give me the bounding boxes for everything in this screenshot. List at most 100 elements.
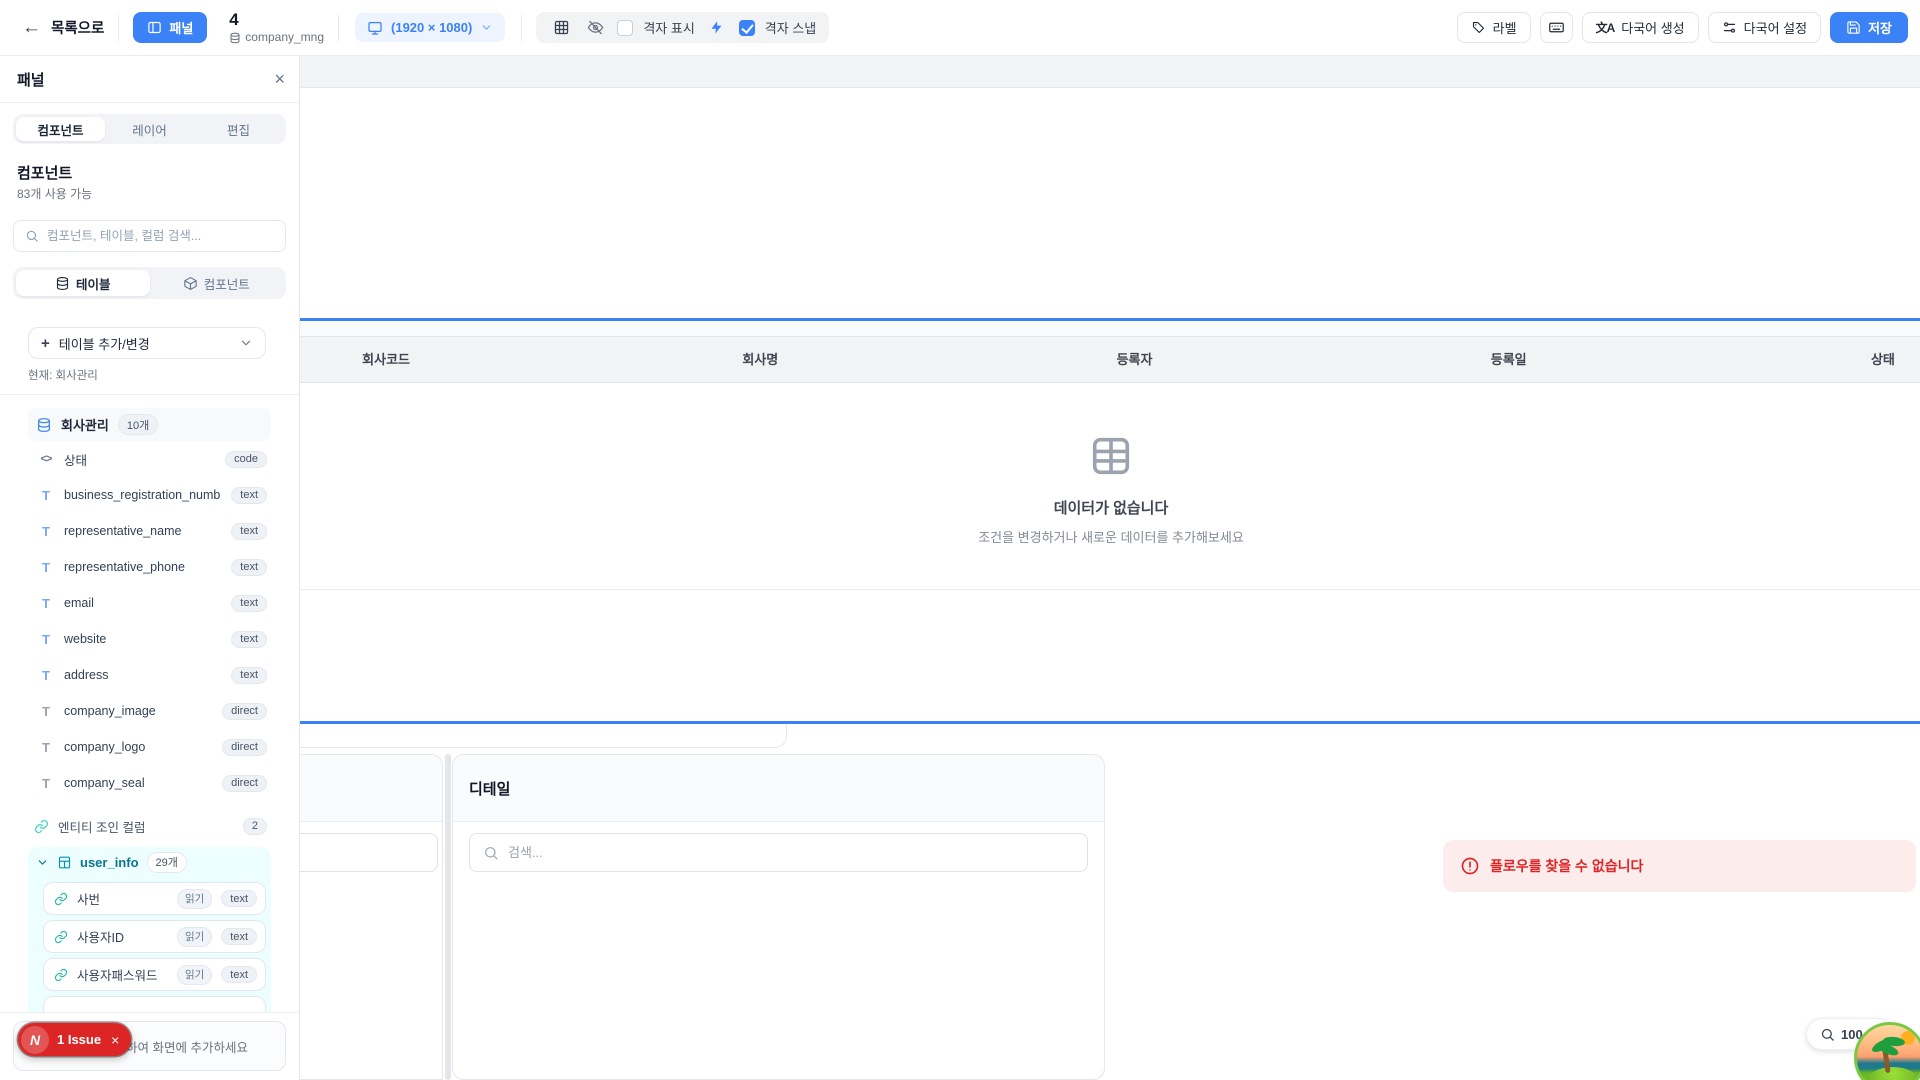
back-to-list-button[interactable]: ← 목록으로 <box>22 17 104 39</box>
column-type-badge: text <box>221 890 257 907</box>
detail-search-input[interactable] <box>508 845 1074 860</box>
grid-show-label: 격자 표시 <box>643 18 694 37</box>
save-button[interactable]: 저장 <box>1830 12 1908 43</box>
table-header-cell[interactable]: 등록자 <box>947 337 1321 382</box>
entity-join-section[interactable]: 엔티티 조인 컬럼 2 <box>28 809 271 843</box>
table-header-cell[interactable]: 회사명 <box>573 337 947 382</box>
label-button-text: 라벨 <box>1493 18 1517 37</box>
columns-tree: 회사관리 10개 <> 상태 code T business_registrat… <box>0 402 299 1013</box>
joined-column-item[interactable]: 사번 읽기 text <box>43 882 266 915</box>
label-button[interactable]: 라벨 <box>1457 12 1531 43</box>
direct-type-icon: T <box>38 776 54 791</box>
joined-table-header[interactable]: user_info 29개 <box>28 847 271 877</box>
tab-edit[interactable]: 편집 <box>194 117 283 141</box>
column-type-badge: text <box>231 523 267 540</box>
database-icon <box>229 32 241 44</box>
panel-close-button[interactable]: × <box>274 70 285 88</box>
tab-components[interactable]: 컴포넌트 <box>16 117 105 141</box>
table-empty-state: 데이터가 없습니다 조건을 변경하거나 새로운 데이터를 추가해보세요 <box>960 433 1262 546</box>
entity-join-label: 엔티티 조인 컬럼 <box>58 817 234 836</box>
plus-icon: + <box>41 335 50 352</box>
back-arrow-icon: ← <box>22 17 41 39</box>
link-icon <box>54 968 68 982</box>
code-icon: <> <box>38 453 54 465</box>
i18n-generate-button[interactable]: 文A 다국어 생성 <box>1582 12 1699 43</box>
column-name: email <box>64 596 221 610</box>
column-item[interactable]: T company_image direct <box>28 693 271 729</box>
issue-count-label: 1 Issue <box>57 1032 101 1047</box>
column-type-badge: direct <box>222 703 267 720</box>
eye-off-icon[interactable] <box>583 16 607 40</box>
readonly-badge: 읽기 <box>177 965 212 985</box>
detail-card: 디테일 <box>452 754 1105 1080</box>
text-type-icon: T <box>38 524 54 539</box>
direct-type-icon: T <box>38 704 54 719</box>
readonly-badge: 읽기 <box>177 927 212 947</box>
add-table-dropdown[interactable]: + 테이블 추가/변경 <box>28 327 266 359</box>
column-name: 상태 <box>64 450 215 469</box>
lightning-icon[interactable] <box>705 16 729 40</box>
panel-button-label: 패널 <box>169 18 193 37</box>
panel-search-input[interactable] <box>47 229 274 243</box>
column-name: company_image <box>64 704 212 718</box>
column-name: 사용자ID <box>77 927 168 946</box>
grid-icon[interactable] <box>549 16 573 40</box>
link-icon <box>54 892 68 906</box>
issue-logo: N <box>21 1026 49 1054</box>
column-item[interactable]: T address text <box>28 657 271 693</box>
column-count-badge: 10개 <box>118 414 158 435</box>
keyboard-shortcuts-button[interactable] <box>1540 12 1573 43</box>
empty-state-subtitle: 조건을 변경하거나 새로운 데이터를 추가해보세요 <box>960 527 1262 546</box>
grid-show-checkbox[interactable] <box>617 20 633 36</box>
column-item[interactable]: T representative_name text <box>28 513 271 549</box>
grid-controls-group: 격자 표시 격자 스냅 <box>536 12 829 43</box>
flow-error-text: 플로우를 찾을 수 없습니다 <box>1490 856 1643 876</box>
device-size-value: (1920 × 1080) <box>391 20 472 35</box>
table-header-cell[interactable]: 상태 <box>1696 337 1920 382</box>
selection-guide-bottom <box>296 721 1920 724</box>
i18n-settings-button[interactable]: 다국어 설정 <box>1708 12 1821 43</box>
cube-icon <box>183 276 198 291</box>
column-name: website <box>64 632 221 646</box>
tag-icon <box>1471 20 1486 35</box>
device-size-selector[interactable]: (1920 × 1080) <box>355 13 505 42</box>
joined-column-item[interactable]: 사용자ID 읽기 text <box>43 920 266 953</box>
components-panel: 패널 × 컴포넌트 레이어 편집 컴포넌트 83개 사용 가능 테이블 컴포넌트 <box>0 56 300 1080</box>
column-item[interactable]: T email text <box>28 585 271 621</box>
selection-guide-top <box>296 318 1920 321</box>
issue-badge[interactable]: N 1 Issue × <box>18 1023 131 1056</box>
source-tab-components[interactable]: 컴포넌트 <box>150 270 284 296</box>
column-item[interactable]: T business_registration_numb text <box>28 477 271 513</box>
column-item[interactable]: T company_logo direct <box>28 729 271 765</box>
column-item[interactable]: T company_seal direct <box>28 765 271 801</box>
split-resize-handle[interactable] <box>445 754 451 1080</box>
close-icon[interactable]: × <box>111 1032 119 1048</box>
column-item[interactable]: T representative_phone text <box>28 549 271 585</box>
source-tab-label: 테이블 <box>76 274 111 293</box>
translate-icon: 文A <box>1596 19 1615 36</box>
joined-column-item[interactable] <box>43 996 266 1013</box>
search-icon <box>483 845 499 861</box>
link-icon <box>34 819 49 834</box>
source-tab-tables[interactable]: 테이블 <box>16 270 150 296</box>
column-item[interactable]: T website text <box>28 621 271 657</box>
table-node-header[interactable]: 회사관리 10개 <box>28 408 271 441</box>
toolbar-divider <box>338 15 339 41</box>
panel-divider <box>0 394 299 395</box>
magnifier-icon <box>1820 1027 1835 1042</box>
joined-column-item[interactable]: 사용자패스워드 읽기 text <box>43 958 266 991</box>
column-type-badge: text <box>231 667 267 684</box>
panel-tab-bar: 컴포넌트 레이어 편집 <box>13 114 286 144</box>
joined-count-badge: 29개 <box>147 852 187 873</box>
source-tab-label: 컴포넌트 <box>204 274 250 293</box>
column-name: representative_phone <box>64 560 221 574</box>
column-type-badge: direct <box>222 739 267 756</box>
column-item[interactable]: <> 상태 code <box>28 441 271 477</box>
grid-snap-checkbox[interactable] <box>739 20 755 36</box>
table-header-cell[interactable]: 등록일 <box>1322 337 1696 382</box>
tab-layers[interactable]: 레이어 <box>105 117 194 141</box>
panel-toggle-button[interactable]: 패널 <box>133 12 207 43</box>
joined-table-section: user_info 29개 사번 읽기 text 사용자ID 읽기 text <box>28 847 271 1013</box>
column-name: 사용자패스워드 <box>77 965 168 984</box>
panel-search-box <box>13 220 286 252</box>
